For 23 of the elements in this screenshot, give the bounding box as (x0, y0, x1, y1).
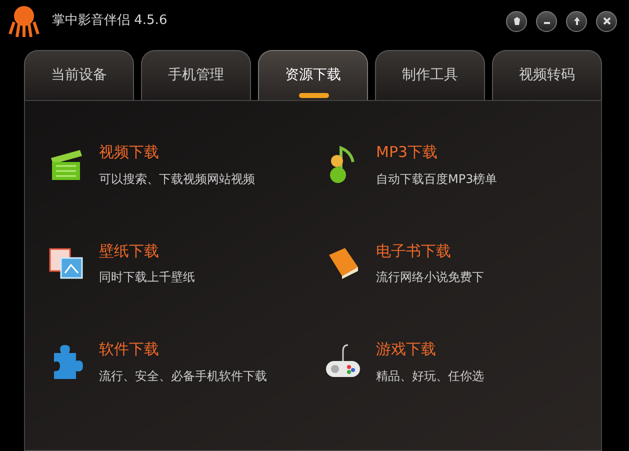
minimize-icon[interactable] (536, 10, 557, 32)
selected-glow (299, 93, 329, 98)
octopus-logo-icon (8, 4, 40, 38)
item-title[interactable]: 游戏下载 (376, 338, 484, 360)
upload-icon[interactable] (566, 10, 587, 32)
tab[interactable]: 手机管理 (141, 50, 251, 100)
item-description: 流行、安全、必备手机软件下载 (99, 368, 267, 384)
tab[interactable]: 当前设备 (24, 50, 134, 100)
item-title[interactable]: 视频下载 (99, 141, 255, 164)
item-title[interactable]: 电子书下载 (376, 240, 484, 262)
tab[interactable]: 资源下载 (258, 50, 368, 100)
window-title: 掌中影音伴侣 4.5.6 (52, 12, 168, 30)
item-description: 自动下载百度MP3榜单 (376, 170, 498, 188)
item-description: 同时下载上千壁纸 (99, 269, 195, 286)
item-title[interactable]: 壁纸下载 (99, 240, 195, 262)
close-icon[interactable] (596, 10, 617, 32)
tab[interactable]: 视频转码 (492, 50, 602, 100)
item-title[interactable]: 软件下载 (99, 338, 267, 360)
item-title[interactable]: MP3下载 (376, 141, 498, 164)
item-description: 可以搜索、下载视频网站视频 (99, 170, 255, 188)
tab[interactable]: 制作工具 (375, 50, 485, 100)
item-description: 精品、好玩、任你选 (376, 368, 484, 384)
item-description: 流行网络小说免费下 (376, 269, 484, 286)
